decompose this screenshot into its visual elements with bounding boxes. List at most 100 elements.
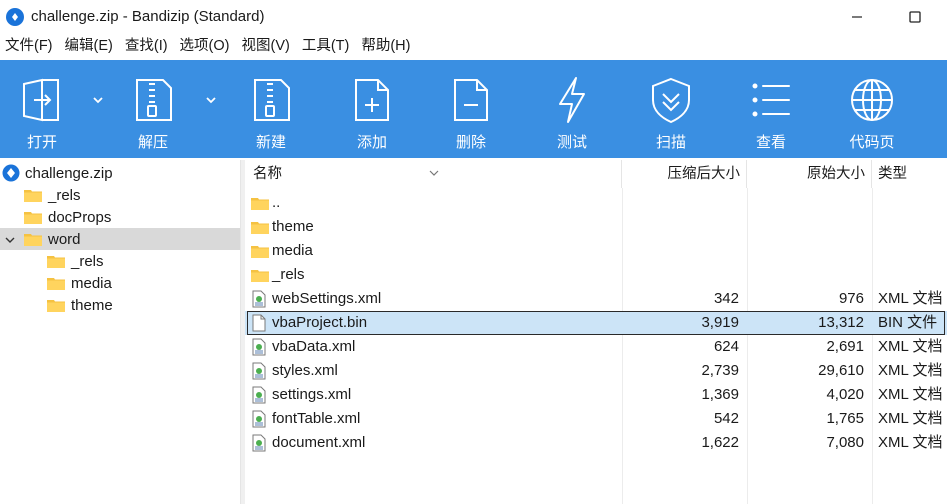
file-type bbox=[878, 239, 947, 263]
original-size: 7,080 bbox=[826, 434, 864, 451]
menu-find[interactable]: 查找(I) bbox=[119, 33, 174, 60]
menu-view[interactable]: 视图(V) bbox=[235, 33, 295, 60]
file-name: styles.xml bbox=[272, 362, 338, 379]
tree-item-label: theme bbox=[71, 296, 113, 314]
add-button[interactable]: 添加 bbox=[347, 60, 397, 158]
codepage-label: 代码页 bbox=[849, 134, 895, 151]
folder-icon bbox=[24, 188, 42, 202]
file-name: media bbox=[272, 242, 313, 259]
original-size: 29,610 bbox=[818, 362, 864, 379]
file-list: 名称 压缩后大小 原始大小 类型 .. theme media _rels webSet… bbox=[245, 160, 947, 504]
file-type: XML 文档 bbox=[878, 362, 943, 379]
list-view-icon bbox=[746, 75, 796, 125]
scan-label: 扫描 bbox=[655, 134, 686, 151]
folder-icon bbox=[251, 196, 269, 214]
original-size: 2,691 bbox=[826, 338, 864, 355]
compressed-size bbox=[623, 215, 739, 239]
tree-item-label: word bbox=[48, 230, 81, 248]
file-row[interactable]: vbaProject.bin 3,919 13,312 BIN 文件 bbox=[245, 311, 947, 335]
file-row[interactable]: webSettings.xml 342 976 XML 文档 bbox=[245, 287, 947, 311]
test-button[interactable]: 测试 bbox=[547, 60, 597, 158]
open-dropdown-chevron-icon[interactable] bbox=[91, 93, 105, 107]
delete-file-icon bbox=[446, 75, 496, 125]
chevron-down-icon[interactable] bbox=[4, 233, 16, 245]
original-size: 1,765 bbox=[826, 410, 864, 427]
maximize-button[interactable] bbox=[892, 0, 938, 33]
codepage-button[interactable]: 代码页 bbox=[846, 60, 898, 158]
file-row[interactable]: document.xml 1,622 7,080 XML 文档 bbox=[245, 431, 947, 455]
folder-row[interactable]: media bbox=[245, 239, 947, 263]
menu-tools[interactable]: 工具(T) bbox=[296, 33, 356, 60]
file-row[interactable]: styles.xml 2,739 29,610 XML 文档 bbox=[245, 359, 947, 383]
view-button[interactable]: 查看 bbox=[746, 60, 796, 158]
tree-item-rels[interactable]: _rels bbox=[0, 184, 240, 206]
xml-file-icon bbox=[251, 338, 269, 356]
menu-bar: 文件(F) 编辑(E) 查找(I) 选项(O) 视图(V) 工具(T) 帮助(H… bbox=[0, 33, 947, 60]
tree-item-docprops[interactable]: docProps bbox=[0, 206, 240, 228]
open-icon bbox=[17, 75, 67, 125]
compressed-size: 1,622 bbox=[701, 434, 739, 451]
tree-root[interactable]: challenge.zip bbox=[0, 162, 240, 184]
folder-icon bbox=[251, 268, 269, 286]
tree-item-theme[interactable]: theme bbox=[0, 294, 240, 316]
column-name-label: 名称 bbox=[253, 166, 282, 182]
original-size bbox=[747, 215, 864, 239]
file-type bbox=[878, 215, 947, 239]
file-name: _rels bbox=[272, 266, 305, 283]
column-header-type[interactable]: 类型 bbox=[872, 160, 947, 188]
compressed-size bbox=[623, 191, 739, 215]
tree-item-media[interactable]: media bbox=[0, 272, 240, 294]
column-header-compressed[interactable]: 压缩后大小 bbox=[622, 160, 747, 188]
view-label: 查看 bbox=[755, 134, 786, 151]
compressed-size: 542 bbox=[713, 410, 739, 427]
tree-item-word-rels[interactable]: _rels bbox=[0, 250, 240, 272]
folder-icon bbox=[24, 210, 42, 224]
file-name: settings.xml bbox=[272, 386, 352, 403]
zip-archive-icon bbox=[2, 164, 20, 182]
extract-dropdown-chevron-icon[interactable] bbox=[204, 93, 218, 107]
minimize-button[interactable] bbox=[834, 0, 880, 33]
original-size: 13,312 bbox=[818, 314, 864, 331]
file-type bbox=[878, 263, 947, 287]
menu-help[interactable]: 帮助(H) bbox=[355, 33, 416, 60]
title-bar: challenge.zip - Bandizip (Standard) bbox=[0, 0, 947, 33]
folder-row[interactable]: _rels bbox=[245, 263, 947, 287]
original-size: 976 bbox=[838, 290, 864, 307]
file-row[interactable]: fontTable.xml 542 1,765 XML 文档 bbox=[245, 407, 947, 431]
file-row[interactable]: settings.xml 1,369 4,020 XML 文档 bbox=[245, 383, 947, 407]
lightning-icon bbox=[547, 75, 597, 125]
folder-row[interactable]: .. bbox=[245, 191, 947, 215]
file-name: fontTable.xml bbox=[272, 410, 361, 427]
folder-icon bbox=[251, 220, 269, 238]
original-size bbox=[747, 239, 864, 263]
shield-icon bbox=[646, 75, 696, 125]
open-label: 打开 bbox=[26, 134, 57, 151]
new-archive-button[interactable]: 新建 bbox=[246, 60, 296, 158]
tree-item-label: _rels bbox=[48, 186, 81, 204]
extract-button[interactable]: 解压 bbox=[128, 60, 178, 158]
tree-item-word[interactable]: word bbox=[0, 228, 240, 250]
file-type: XML 文档 bbox=[878, 290, 943, 307]
open-button[interactable]: 打开 bbox=[17, 60, 67, 158]
column-header-original[interactable]: 原始大小 bbox=[747, 160, 872, 188]
column-header-name[interactable]: 名称 bbox=[245, 160, 622, 188]
compressed-size: 2,739 bbox=[701, 362, 739, 379]
file-row[interactable]: vbaData.xml 624 2,691 XML 文档 bbox=[245, 335, 947, 359]
folder-icon bbox=[47, 254, 65, 268]
delete-button[interactable]: 删除 bbox=[446, 60, 496, 158]
compressed-size bbox=[623, 263, 739, 287]
file-name: vbaData.xml bbox=[272, 338, 356, 355]
tree-item-label: _rels bbox=[71, 252, 104, 270]
tree-item-label: docProps bbox=[48, 208, 112, 226]
folder-row[interactable]: theme bbox=[245, 215, 947, 239]
menu-edit[interactable]: 编辑(E) bbox=[59, 33, 119, 60]
window-title: challenge.zip - Bandizip (Standard) bbox=[31, 8, 265, 25]
folder-icon bbox=[251, 244, 269, 262]
menu-options[interactable]: 选项(O) bbox=[174, 33, 236, 60]
extract-icon bbox=[128, 75, 178, 125]
scan-button[interactable]: 扫描 bbox=[646, 60, 696, 158]
menu-file[interactable]: 文件(F) bbox=[0, 33, 59, 60]
file-name: .. bbox=[272, 194, 281, 211]
file-type bbox=[878, 191, 947, 215]
original-size: 4,020 bbox=[826, 386, 864, 403]
